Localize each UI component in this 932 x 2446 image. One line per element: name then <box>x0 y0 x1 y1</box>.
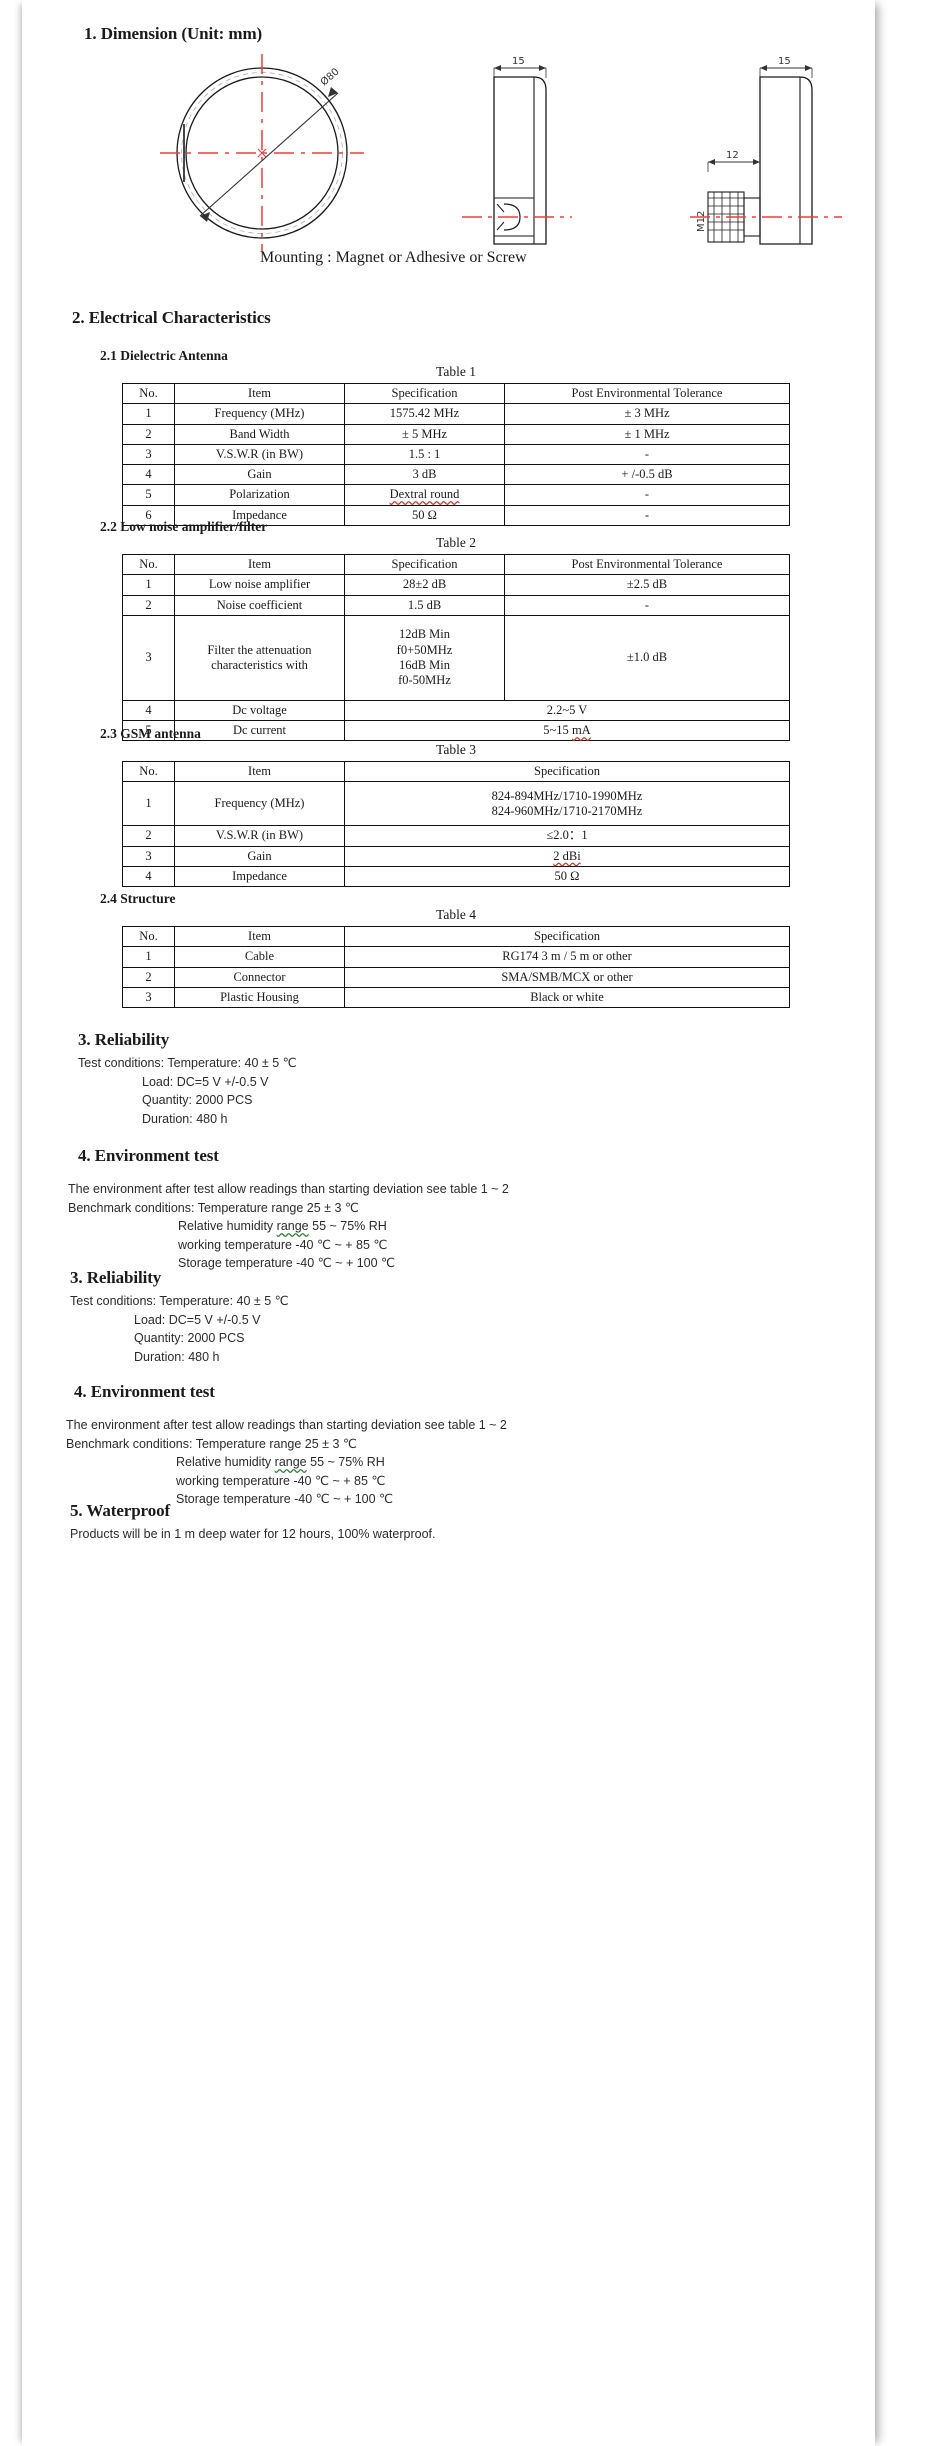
environment-intro: The environment after test allow reading… <box>68 1182 509 1196</box>
environment-line: Relative humidity range 55 ~ 75% RH <box>178 1219 387 1233</box>
table-row: 2 Band Width ± 5 MHz ± 1 MHz <box>122 423 790 445</box>
subsection-label: 2.3 GSM antenna <box>100 726 201 741</box>
section-environment-2: 4. Environment test The environment afte… <box>66 1382 866 1509</box>
table-caption: Table 3 <box>436 742 476 757</box>
thread-label: M12 <box>696 211 707 232</box>
table-row: 4 Gain 3 dB + /-0.5 dB <box>122 463 790 486</box>
table-header-row: No. Item Specification <box>122 760 790 783</box>
table-row: 5 Polarization Dextral round - <box>122 484 790 506</box>
table-row: 3 Plastic Housing Black or white <box>122 986 790 1009</box>
section-reliability-1: 3. Reliability Test conditions: Temperat… <box>78 1030 878 1128</box>
col-no: No. <box>122 925 175 948</box>
table-row: 1 Frequency (MHz) 824-894MHz/1710-1990MH… <box>122 781 790 827</box>
dimension-drawing: Ø80 15 15 12 M12 <box>142 46 882 261</box>
subsection-structure: 2.4 Structure Table 4 No. Item Specifica… <box>100 891 812 1009</box>
col-item: Item <box>174 553 345 576</box>
table-row: 2 Connector SMA/SMB/MCX or other <box>122 966 790 988</box>
reliability-line: Test conditions: Temperature: 40 ± 5 ℃ <box>78 1056 297 1070</box>
environment-benchmark: Benchmark conditions: Temperature range … <box>68 1200 359 1215</box>
table-row: 3 V.S.W.R (in BW) 1.5 : 1- <box>122 443 790 466</box>
col-spec: Specification <box>344 925 790 948</box>
diameter-label: Ø80 <box>318 66 341 89</box>
section-reliability-2: 3. Reliability Test conditions: Temperat… <box>70 1268 870 1366</box>
subsection-gsm-antenna: 2.3 GSM antenna Table 3 No. Item Specifi… <box>100 726 812 888</box>
col-no: No. <box>122 760 175 783</box>
table-row: 4 Dc voltage 2.2~5 V <box>122 699 790 722</box>
diameter-leader <box>199 87 339 222</box>
environment-line: working temperature -40 ℃ ~ + 85 ℃ <box>176 1473 386 1488</box>
col-spec: Specification <box>344 553 505 576</box>
col-item: Item <box>174 382 345 405</box>
reliability-line: Load: DC=5 V +/-0.5 V <box>142 1074 269 1089</box>
reliability-line: Load: DC=5 V +/-0.5 V <box>134 1312 261 1327</box>
page-title-electrical: 2. Electrical Characteristics <box>72 308 271 327</box>
col-tolerance: Post Environmental Tolerance <box>504 553 790 576</box>
environment-line: Relative humidity range 55 ~ 75% RH <box>176 1455 385 1469</box>
table-row: 1 Cable RG174 3 m / 5 m or other <box>122 946 790 968</box>
page-title-reliability: 3. Reliability <box>78 1030 170 1049</box>
table-row: 1 Low noise amplifier 28±2 dB ±2.5 dB <box>122 574 790 596</box>
table-row: 1 Frequency (MHz) 1575.42 MHz ± 3 MHz <box>122 403 790 425</box>
mounting-caption: Mounting : Magnet or Adhesive or Screw <box>260 249 527 266</box>
section-environment-1: 4. Environment test The environment afte… <box>68 1146 868 1273</box>
table-header-row: No. Item Specification Post Environmenta… <box>122 553 790 576</box>
page-title-waterproof: 5. Waterproof <box>70 1501 171 1520</box>
table-row: 2 Noise coefficient 1.5 dB - <box>122 594 790 616</box>
table-row: 3 Filter the attenuation characteristics… <box>122 614 790 701</box>
reliability-line: Quantity: 2000 PCS <box>142 1093 253 1107</box>
table-row: 3 Gain 2 dBi <box>122 845 790 867</box>
environment-intro: The environment after test allow reading… <box>66 1418 507 1432</box>
waterproof-text: Products will be in 1 m deep water for 1… <box>70 1527 436 1541</box>
col-item: Item <box>174 925 345 948</box>
col-no: No. <box>122 382 175 405</box>
col-tolerance: Post Environmental Tolerance <box>504 382 790 405</box>
page-title-reliability: 3. Reliability <box>70 1268 162 1287</box>
reliability-line: Duration: 480 h <box>142 1111 228 1126</box>
svg-text:15: 15 <box>778 56 791 67</box>
page-title-environment: 4. Environment test <box>74 1382 215 1401</box>
col-spec: Specification <box>344 382 505 405</box>
table-caption: Table 2 <box>436 535 476 550</box>
subsection-low-noise-amplifier: 2.2 Low noise amplifier/filter Table 2 N… <box>100 519 812 742</box>
col-no: No. <box>122 553 175 576</box>
table-gsm-antenna: No. Item Specification 1 Frequency (MHz)… <box>122 760 790 888</box>
col-spec: Specification <box>344 760 790 783</box>
subsection-dielectric-antenna: 2.1 Dielectric Antenna Table 1 No. Item … <box>100 348 812 526</box>
table-dielectric-antenna: No. Item Specification Post Environmenta… <box>122 382 790 526</box>
subsection-label: 2.1 Dielectric Antenna <box>100 348 228 363</box>
table-header-row: No. Item Specification Post Environmenta… <box>122 382 790 405</box>
section-waterproof: 5. Waterproof Products will be in 1 m de… <box>70 1501 870 1544</box>
table-low-noise-amplifier: No. Item Specification Post Environmenta… <box>122 553 790 742</box>
subsection-label: 2.2 Low noise amplifier/filter <box>100 519 268 534</box>
table-header-row: No. Item Specification <box>122 925 790 948</box>
table-row: 2 V.S.W.R (in BW) ≤2.0：1 <box>122 825 790 847</box>
environment-benchmark: Benchmark conditions: Temperature range … <box>66 1436 357 1451</box>
side-view-a: 15 <box>493 56 547 245</box>
page-title-dimension: 1. Dimension (Unit: mm) <box>84 24 263 43</box>
environment-line: working temperature -40 ℃ ~ + 85 ℃ <box>178 1237 388 1252</box>
side-view-b: 15 12 M12 <box>696 56 813 245</box>
reliability-line: Quantity: 2000 PCS <box>134 1331 245 1345</box>
col-item: Item <box>174 760 345 783</box>
document-page: 1. Dimension (Unit: mm) Ø80 15 15 12 M12… <box>22 0 875 2446</box>
table-row: 4 Impedance 50 Ω <box>122 865 790 888</box>
svg-text:12: 12 <box>726 150 739 161</box>
reliability-line: Test conditions: Temperature: 40 ± 5 ℃ <box>70 1294 289 1308</box>
subsection-label: 2.4 Structure <box>100 891 176 906</box>
table-structure: No. Item Specification 1 Cable RG174 3 m /… <box>122 925 790 1009</box>
table-caption: Table 1 <box>436 364 476 379</box>
svg-text:15: 15 <box>512 56 525 67</box>
reliability-line: Duration: 480 h <box>134 1349 220 1364</box>
page-title-environment: 4. Environment test <box>78 1146 219 1165</box>
table-caption: Table 4 <box>436 907 476 922</box>
